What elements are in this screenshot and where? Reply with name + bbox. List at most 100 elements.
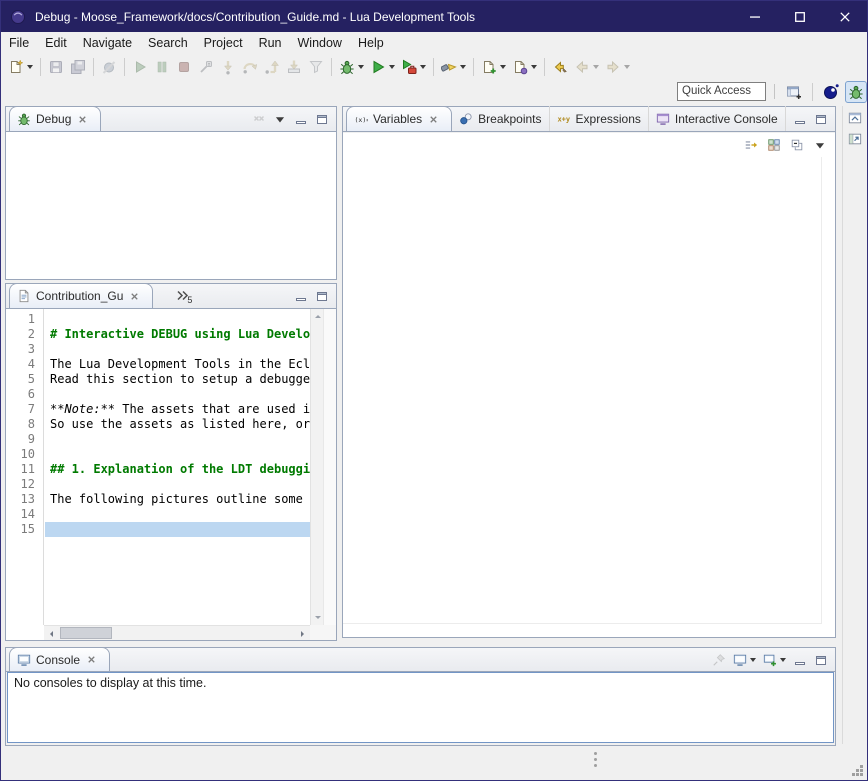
- minimize-button[interactable]: [294, 289, 308, 303]
- search-button[interactable]: [439, 57, 468, 77]
- close-icon[interactable]: [129, 291, 140, 302]
- editor-line-12[interactable]: [45, 477, 310, 492]
- ldt-perspective-button[interactable]: [820, 81, 842, 103]
- editor-line-4[interactable]: The Lua Development Tools in the Eclip: [45, 357, 310, 372]
- menu-file[interactable]: File: [1, 34, 37, 52]
- editor-line-7[interactable]: **Note:** The assets that are used in: [45, 402, 310, 417]
- editor-horizontal-scrollbar[interactable]: [44, 625, 310, 640]
- minimize-button[interactable]: [294, 112, 308, 126]
- editor-line-2[interactable]: # Interactive DEBUG using Lua Developm: [45, 327, 310, 342]
- tab-interactive-console[interactable]: Interactive Console: [649, 106, 786, 131]
- tab-console[interactable]: Console: [9, 647, 110, 671]
- window-close-button[interactable]: [822, 1, 867, 32]
- open-console-button[interactable]: [763, 653, 786, 667]
- editor-line-6[interactable]: [45, 387, 310, 402]
- editor-text-area[interactable]: # Interactive DEBUG using Lua Developm Th…: [45, 309, 310, 625]
- dropdown-caret-icon[interactable]: [531, 65, 537, 69]
- save-all-button[interactable]: [68, 57, 88, 77]
- pin-console-button[interactable]: [712, 653, 726, 667]
- drop-to-frame-button[interactable]: [284, 57, 304, 77]
- view-menu-button[interactable]: [273, 112, 287, 126]
- quick-access-input[interactable]: Quick Access: [677, 82, 766, 101]
- console-content[interactable]: No consoles to display at this time.: [7, 672, 834, 743]
- step-over-button[interactable]: [240, 57, 260, 77]
- maximize-button[interactable]: [814, 653, 828, 667]
- new-button[interactable]: [6, 57, 35, 77]
- dropdown-caret-icon[interactable]: [460, 65, 466, 69]
- collapse-all-button[interactable]: [790, 138, 804, 152]
- disconnect-button[interactable]: [196, 57, 216, 77]
- close-icon[interactable]: [77, 114, 88, 125]
- close-icon[interactable]: [86, 654, 97, 665]
- close-icon[interactable]: [428, 114, 439, 125]
- debug-perspective-button[interactable]: [845, 81, 867, 103]
- step-into-button[interactable]: [218, 57, 238, 77]
- save-button[interactable]: [46, 57, 66, 77]
- debug-button[interactable]: [337, 57, 366, 77]
- use-step-filters-button[interactable]: [306, 57, 326, 77]
- menu-project[interactable]: Project: [196, 34, 251, 52]
- dropdown-caret-icon[interactable]: [500, 65, 506, 69]
- step-return-button[interactable]: [262, 57, 282, 77]
- editor-line-1[interactable]: [45, 312, 310, 327]
- overview-ruler[interactable]: [323, 309, 336, 625]
- tab-contribution-guide[interactable]: Contribution_Gu: [9, 283, 153, 308]
- terminate-button[interactable]: [174, 57, 194, 77]
- scrollbar-thumb[interactable]: [60, 627, 112, 639]
- restore-minimized-view-1-button[interactable]: [848, 111, 862, 125]
- minimize-button[interactable]: [793, 112, 807, 126]
- menu-window[interactable]: Window: [290, 34, 350, 52]
- hidden-editors-chevron[interactable]: 5: [173, 284, 195, 308]
- tab-debug[interactable]: Debug: [9, 106, 101, 131]
- menu-search[interactable]: Search: [140, 34, 196, 52]
- dropdown-caret-icon[interactable]: [27, 65, 33, 69]
- line-number-gutter[interactable]: 123456789101112131415: [6, 309, 44, 625]
- maximize-button[interactable]: [814, 112, 828, 126]
- skip-all-breakpoints-button[interactable]: [99, 57, 119, 77]
- editor-line-5[interactable]: Read this section to setup a debugger: [45, 372, 310, 387]
- scroll-left-arrow[interactable]: [45, 627, 58, 640]
- menu-edit[interactable]: Edit: [37, 34, 75, 52]
- last-edit-location-button[interactable]: [550, 57, 570, 77]
- editor-line-3[interactable]: [45, 342, 310, 357]
- maximize-button[interactable]: [315, 289, 329, 303]
- new-lua-file-button[interactable]: [479, 57, 508, 77]
- editor-line-15[interactable]: [45, 522, 310, 537]
- new-lua-module-button[interactable]: [510, 57, 539, 77]
- remove-all-terminated-button[interactable]: [252, 112, 266, 126]
- tab-breakpoints[interactable]: Breakpoints: [452, 106, 549, 131]
- forward-button[interactable]: [603, 57, 632, 77]
- window-resize-grip[interactable]: [851, 764, 864, 777]
- suspend-button[interactable]: [152, 57, 172, 77]
- editor-line-11[interactable]: ## 1. Explanation of the LDT debugging: [45, 462, 310, 477]
- window-maximize-button[interactable]: [777, 1, 822, 32]
- window-minimize-button[interactable]: [732, 1, 777, 32]
- trim-drag-handle[interactable]: [594, 752, 597, 768]
- dropdown-caret-icon[interactable]: [624, 65, 630, 69]
- display-selected-console-button[interactable]: [733, 653, 756, 667]
- restore-minimized-view-2-button[interactable]: [848, 132, 862, 146]
- layout-grid-button[interactable]: [767, 138, 781, 152]
- menu-help[interactable]: Help: [350, 34, 392, 52]
- run-button[interactable]: [368, 57, 397, 77]
- minimize-button[interactable]: [793, 653, 807, 667]
- resume-button[interactable]: [130, 57, 150, 77]
- editor-line-8[interactable]: So use the assets as listed here, or y: [45, 417, 310, 432]
- open-perspective-button[interactable]: [783, 81, 805, 103]
- dropdown-caret-icon[interactable]: [750, 658, 756, 662]
- editor-line-10[interactable]: [45, 447, 310, 462]
- back-button[interactable]: [572, 57, 601, 77]
- external-tools-button[interactable]: [399, 57, 428, 77]
- view-menu-button[interactable]: [813, 138, 827, 152]
- dropdown-caret-icon[interactable]: [358, 65, 364, 69]
- editor-vertical-scrollbar[interactable]: [310, 309, 323, 625]
- scroll-right-arrow[interactable]: [296, 627, 309, 640]
- menu-run[interactable]: Run: [251, 34, 290, 52]
- maximize-button[interactable]: [315, 112, 329, 126]
- menu-navigate[interactable]: Navigate: [75, 34, 140, 52]
- dropdown-caret-icon[interactable]: [780, 658, 786, 662]
- dropdown-caret-icon[interactable]: [420, 65, 426, 69]
- editor-line-9[interactable]: [45, 432, 310, 447]
- editor-line-14[interactable]: [45, 507, 310, 522]
- show-logical-structure-button[interactable]: [744, 138, 758, 152]
